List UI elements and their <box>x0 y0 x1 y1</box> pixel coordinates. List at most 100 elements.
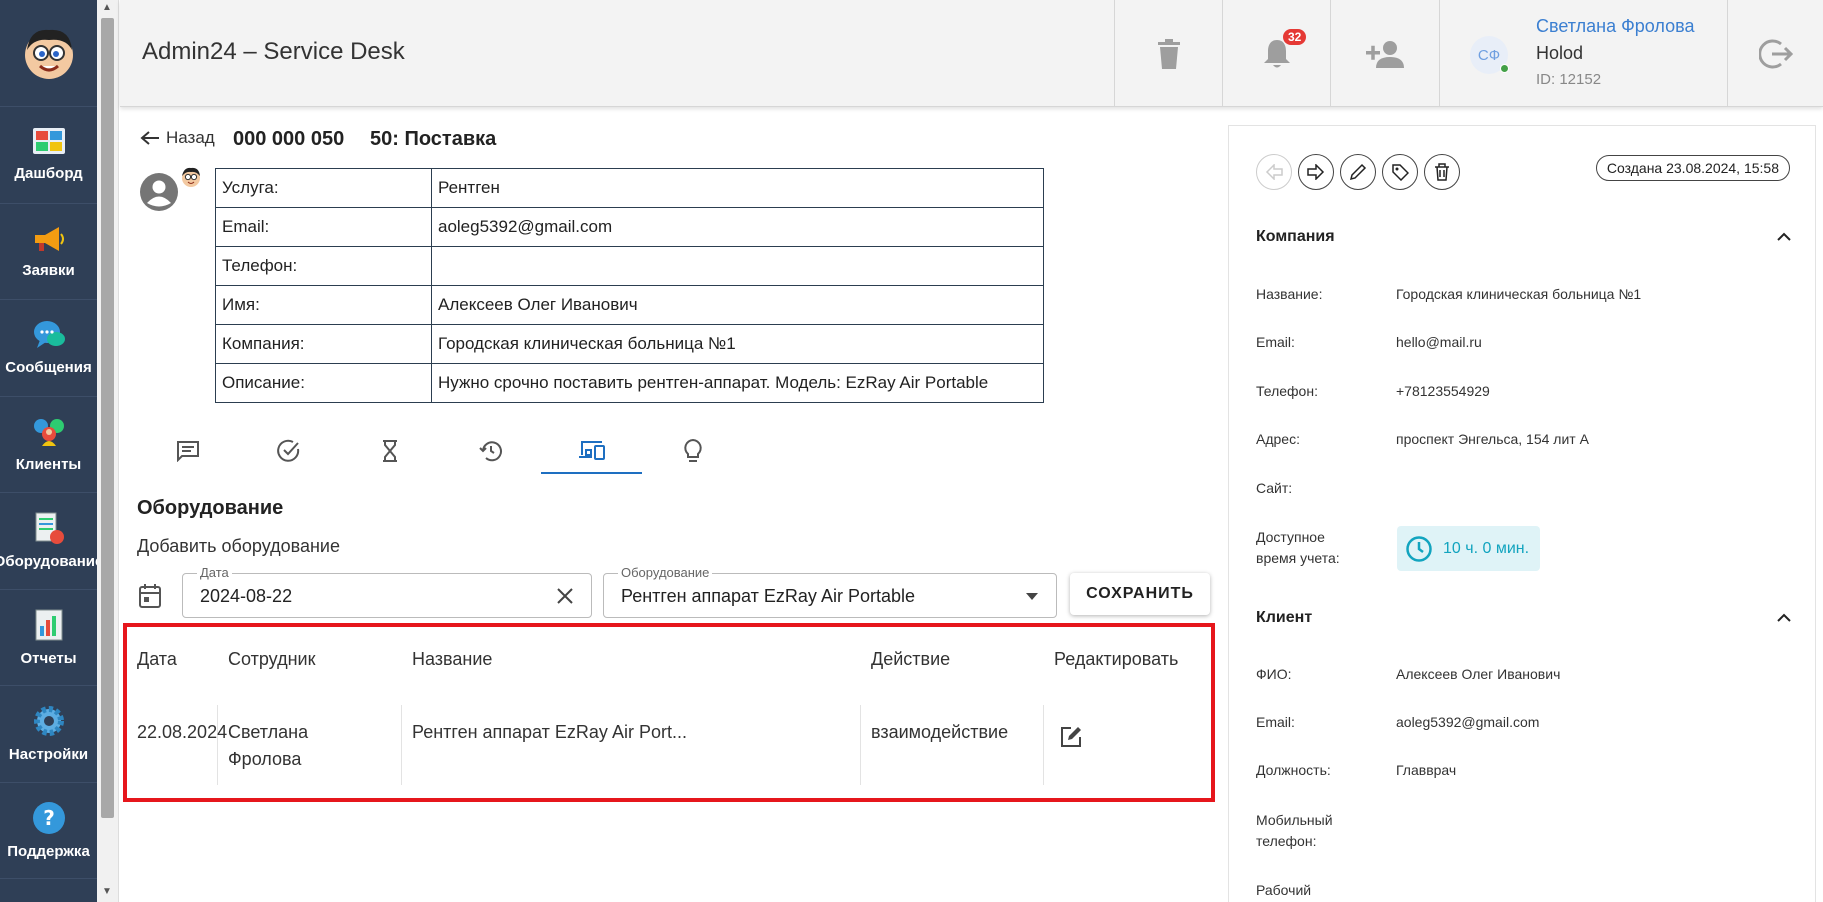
arrow-left-icon <box>1265 164 1283 180</box>
equipment-select[interactable]: Оборудование Рентген аппарат EzRay Air P… <box>603 565 1057 618</box>
sidebar-item-label: Оборудование <box>0 553 104 571</box>
sidebar-item-dashboard[interactable]: Дашборд <box>0 107 97 204</box>
tab-comments[interactable] <box>137 428 238 474</box>
time-available-value: 10 ч. 0 мин. <box>1443 539 1530 557</box>
notifications-button[interactable]: 32 <box>1222 0 1330 107</box>
company-field-value: Городская клиническая больница №1 <box>1396 286 1642 302</box>
sidebar-item-settings[interactable]: Настройки <box>0 686 97 783</box>
page-scrollbar[interactable]: ▲ ▼ <box>97 0 119 902</box>
company-field-key: Email: <box>1256 334 1295 350</box>
info-value: aoleg5392@gmail.com <box>431 207 1044 247</box>
edit-ticket-button[interactable] <box>1340 154 1376 190</box>
trash-icon <box>1435 163 1449 181</box>
prev-ticket-button[interactable] <box>1256 154 1292 190</box>
clear-icon[interactable] <box>556 587 574 605</box>
mobile-key-line1: Мобильный <box>1256 812 1333 828</box>
equipment-select-value[interactable]: Рентген аппарат EzRay Air Portable <box>621 586 915 607</box>
history-icon <box>478 441 502 462</box>
sidebar-item-support[interactable]: ? Поддержка <box>0 783 97 879</box>
back-label[interactable]: Назад <box>166 128 215 148</box>
add-equipment-label: Добавить оборудование <box>137 536 340 556</box>
scroll-up-arrow-icon[interactable]: ▲ <box>102 2 112 13</box>
megaphone-icon <box>34 226 64 251</box>
date-field-value[interactable]: 2024-08-22 <box>200 586 292 607</box>
add-user-icon <box>1365 40 1404 68</box>
ticket-tabs <box>137 428 743 474</box>
equipment-table: Дата Сотрудник Название Действие Редакти… <box>123 623 1215 802</box>
comments-icon <box>176 441 199 462</box>
table-row: Услуга: Рентген <box>215 168 1044 208</box>
table-row: Компания: Городская клиническая больница … <box>215 324 1044 364</box>
column-header-date: Дата <box>137 649 177 669</box>
info-key: Имя: <box>215 285 432 325</box>
edit-icon[interactable] <box>1060 726 1082 748</box>
calendar-icon[interactable] <box>138 583 162 609</box>
row-action: взаимодействие <box>871 722 1009 742</box>
forward-icon <box>1307 164 1325 180</box>
ticket-details-panel: Создана 23.08.2024, 15:58 Компания Назва… <box>1228 125 1816 902</box>
devices-icon <box>578 441 605 460</box>
tab-tasks[interactable] <box>238 428 339 474</box>
logout-button[interactable] <box>1727 0 1823 107</box>
tag-button[interactable] <box>1382 154 1418 190</box>
column-header-edit: Редактировать <box>1054 649 1179 669</box>
chevron-up-icon[interactable] <box>1777 613 1791 622</box>
equipment-icon <box>35 512 64 545</box>
ticket-number: 000 000 050 <box>233 128 345 150</box>
row-equipment-name: Рентген аппарат EzRay Air Port... <box>412 722 687 742</box>
sidebar-item-label: Настройки <box>8 746 89 764</box>
info-value: Городская клиническая больница №1 <box>431 324 1044 364</box>
save-button[interactable]: СОХРАНИТЬ <box>1070 573 1210 615</box>
sidebar-item-reports[interactable]: Отчеты <box>0 590 97 686</box>
lightbulb-icon <box>683 438 702 462</box>
row-date: 22.08.2024 <box>137 722 228 742</box>
user-profile[interactable]: СФ Светлана Фролова Holod ID: 12152 <box>1439 0 1727 107</box>
person-avatar-icon <box>140 173 178 211</box>
ticket-name: 50: Поставка <box>370 128 497 150</box>
info-value: Нужно срочно поставить рентген-аппарат. … <box>431 363 1044 403</box>
add-user-button[interactable] <box>1330 0 1438 107</box>
forward-button[interactable] <box>1298 154 1334 190</box>
chevron-down-icon[interactable] <box>1026 593 1038 600</box>
scrollbar-thumb[interactable] <box>101 18 114 818</box>
back-button[interactable]: Назад <box>140 128 215 148</box>
clock-icon <box>1406 535 1432 562</box>
chevron-up-icon[interactable] <box>1777 232 1791 241</box>
company-field-value: +78123554929 <box>1396 383 1490 399</box>
mobile-key-line2: телефон: <box>1256 833 1317 849</box>
company-field-key: Адрес: <box>1256 431 1300 447</box>
trash-button[interactable] <box>1114 0 1222 107</box>
work-phone-key: Рабочий <box>1256 882 1312 898</box>
date-field[interactable]: Дата 2024-08-22 <box>182 565 592 618</box>
user-name[interactable]: Светлана Фролова <box>1536 16 1694 37</box>
sidebar-item-label: Дашборд <box>14 165 83 183</box>
tab-timer[interactable] <box>339 428 440 474</box>
delete-ticket-button[interactable] <box>1424 154 1460 190</box>
help-icon: ? <box>32 801 65 834</box>
table-row: Имя: Алексеев Олег Иванович <box>215 285 1044 325</box>
company-field-value: hello@mail.ru <box>1396 334 1482 350</box>
user-organization: Holod <box>1536 43 1584 63</box>
tab-equipment[interactable] <box>541 428 642 474</box>
trash-icon <box>1157 38 1180 69</box>
sidebar-item-messages[interactable]: Сообщения <box>0 300 97 397</box>
user-id: ID: 12152 <box>1536 71 1602 88</box>
info-value <box>431 246 1044 286</box>
tab-knowledge[interactable] <box>642 428 743 474</box>
info-key: Телефон: <box>215 246 432 286</box>
info-key: Email: <box>215 207 432 247</box>
ticket-info-table: Услуга: Рентген Email: aoleg5392@gmail.com… <box>215 168 1044 403</box>
sidebar-item-clients[interactable]: Клиенты <box>0 397 97 493</box>
clients-icon <box>33 418 64 446</box>
scroll-down-arrow-icon[interactable]: ▼ <box>102 886 112 897</box>
mascot-logo-icon <box>24 29 73 79</box>
sidebar-item-tickets[interactable]: Заявки <box>0 204 97 300</box>
info-value: Алексеев Олег Иванович <box>431 285 1044 325</box>
hourglass-icon <box>382 440 397 462</box>
app-logo[interactable] <box>0 0 97 107</box>
tab-history[interactable] <box>440 428 541 474</box>
equipment-title: Оборудование <box>137 497 284 519</box>
client-field-key: Email: <box>1256 714 1295 730</box>
sidebar-item-equipment[interactable]: Оборудование <box>0 493 103 590</box>
row-employee-first: Светлана <box>228 722 309 742</box>
